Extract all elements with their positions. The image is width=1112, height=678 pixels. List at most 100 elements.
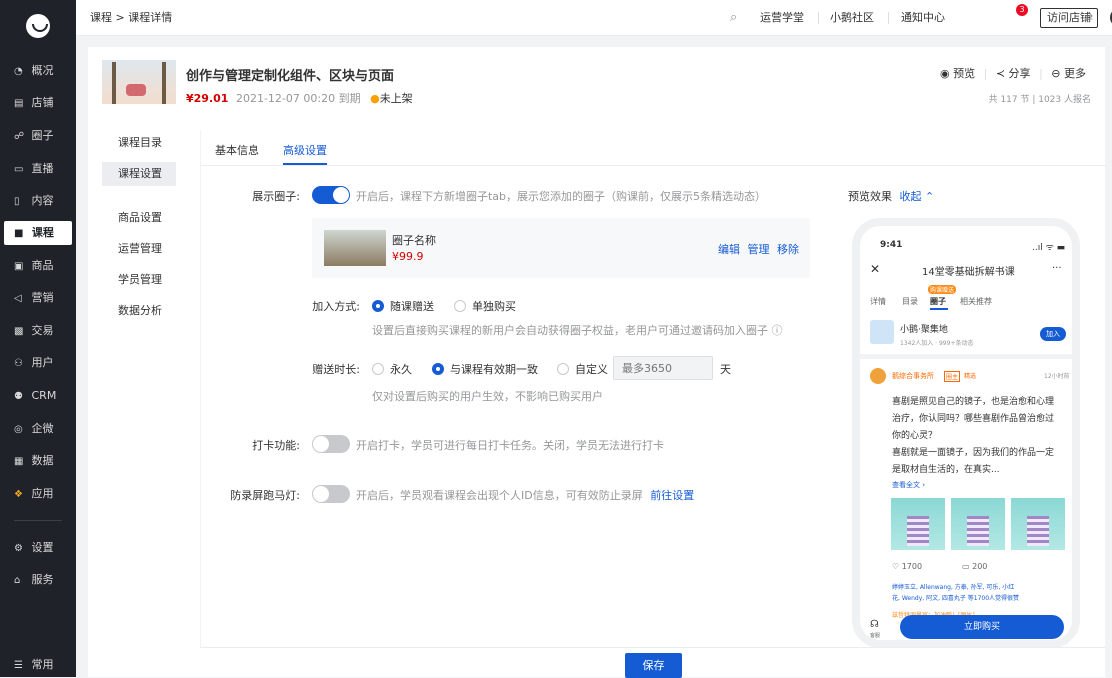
preview-circle-name: 小鹅·聚集地 bbox=[900, 325, 948, 335]
circle-avatar bbox=[870, 320, 894, 344]
duration-option-forever[interactable]: 永久 bbox=[372, 361, 412, 377]
sidebar-item-apps[interactable]: ❖ 应用 bbox=[4, 482, 72, 506]
more-icon: ⊖ bbox=[1051, 67, 1061, 80]
duration-option-custom[interactable]: 自定义 bbox=[557, 361, 608, 377]
link-community[interactable]: 小鹅社区 bbox=[830, 0, 874, 36]
switch-icon[interactable]: ⇄ bbox=[1084, 0, 1093, 36]
likers-line-2: 花, Wendy, 阿文, 四喜丸子 等1700人觉得很赞 bbox=[892, 595, 1020, 602]
topbar: 课程 > 课程详情 ⌕ 运营学堂 小鹅社区 通知中心 3 访问店铺 ⌄ ⇄ bbox=[76, 0, 1112, 36]
status-icons: ..ıl ᯤ ▬ bbox=[1032, 243, 1066, 253]
sidebar-item-marketing[interactable]: ◁ 营销 bbox=[4, 286, 72, 310]
sidebar-item-trade[interactable]: ▩ 交易 bbox=[4, 319, 72, 343]
preview-tab-indicator bbox=[930, 308, 948, 310]
circle-icon: ☍ bbox=[14, 131, 25, 142]
more-icon[interactable]: ··· bbox=[1052, 263, 1062, 274]
goto-settings-link[interactable]: 前往设置 bbox=[650, 489, 694, 502]
menu-operations[interactable]: 运营管理 bbox=[102, 237, 176, 261]
sidebar-item-circle[interactable]: ☍ 圈子 bbox=[4, 124, 72, 148]
toggle-knob bbox=[313, 436, 329, 452]
goods-icon: ▣ bbox=[14, 261, 24, 272]
poster-name: 鹅综合事务所 bbox=[892, 372, 934, 380]
like-count[interactable]: ♡ 1700 bbox=[892, 562, 922, 571]
divider bbox=[888, 12, 889, 24]
sidebar-item-course[interactable]: ■ 课程 bbox=[4, 221, 72, 245]
circle-price: ¥99.9 bbox=[392, 250, 424, 263]
notification-badge: 3 bbox=[1016, 4, 1028, 16]
status-time: 9:41 bbox=[880, 240, 903, 250]
menu-analytics[interactable]: 数据分析 bbox=[102, 299, 176, 323]
data-icon: ▦ bbox=[14, 456, 24, 467]
duration-option-course[interactable]: 与课程有效期一致 bbox=[432, 361, 538, 377]
edit-button[interactable]: 编辑 bbox=[718, 243, 740, 256]
radio bbox=[557, 363, 569, 375]
duration-label: 赠送时长: bbox=[312, 363, 360, 376]
preview-button[interactable]: ◉ 预览 bbox=[940, 67, 975, 80]
sidebar-item-goods[interactable]: ▣ 商品 bbox=[4, 254, 72, 278]
sidebar-item-shop[interactable]: ▤ 店铺 bbox=[4, 91, 72, 115]
circle-name: 圈子名称 bbox=[392, 234, 436, 247]
collapse-preview-button[interactable]: 收起 ⌃ bbox=[900, 190, 935, 203]
comment-count[interactable]: ▭ 200 bbox=[962, 562, 987, 571]
close-icon[interactable]: ✕ bbox=[870, 262, 880, 276]
dashboard-icon: ◔ bbox=[14, 66, 23, 77]
join-option-gift[interactable]: 随课赠送 bbox=[372, 298, 434, 314]
course-expiry: 2021-12-07 00:20 到期 bbox=[235, 92, 361, 105]
menu-students[interactable]: 学员管理 bbox=[102, 268, 176, 292]
circle-toggle[interactable] bbox=[312, 186, 350, 204]
gear-icon: ⚙ bbox=[14, 543, 23, 554]
circle-hint: 开启后，课程下方新增圈子tab，展示您添加的圈子（购课前，仅展示5条精选动态） bbox=[356, 190, 767, 203]
sidebar-item-crm[interactable]: ⚉ CRM bbox=[4, 384, 72, 408]
checkin-hint: 开启打卡，学员可进行每日打卡任务。关闭，学员无法进行打卡 bbox=[356, 439, 664, 452]
save-button[interactable]: 保存 bbox=[625, 653, 682, 678]
sidebar: ◔ 概况 ▤ 店铺 ☍ 圈子 ▭ 直播 ▯ 内容 ■ 课程 ▣ 商品 ◁ 营销 … bbox=[0, 0, 76, 677]
circle-image bbox=[324, 230, 386, 266]
divider: | bbox=[983, 67, 988, 80]
duration-unit: 天 bbox=[720, 363, 731, 376]
sidebar-item-settings[interactable]: ⚙ 设置 bbox=[4, 536, 72, 560]
join-circle-button[interactable]: 加入 bbox=[1040, 327, 1066, 341]
read-more-link[interactable]: 查看全文 › bbox=[892, 480, 925, 490]
divider bbox=[818, 12, 819, 24]
apps-icon: ❖ bbox=[14, 489, 23, 500]
sidebar-item-service[interactable]: ⌂ 服务 bbox=[4, 568, 72, 592]
sidebar-item-wecom[interactable]: ◎ 企微 bbox=[4, 417, 72, 441]
antirecord-toggle[interactable] bbox=[312, 485, 350, 503]
join-option-buy[interactable]: 单独购买 bbox=[454, 298, 516, 314]
tab-indicator bbox=[283, 163, 327, 165]
link-academy[interactable]: 运营学堂 bbox=[760, 0, 804, 36]
search-icon[interactable]: ⌕ bbox=[730, 0, 737, 36]
preview-tab-related[interactable]: 相关推荐 bbox=[960, 296, 992, 307]
preview-tab-circle[interactable]: 圈子 bbox=[930, 296, 946, 307]
sidebar-item-users[interactable]: ⚇ 用户 bbox=[4, 351, 72, 375]
sidebar-item-overview[interactable]: ◔ 概况 bbox=[4, 59, 72, 83]
sidebar-divider bbox=[14, 520, 62, 521]
course-price: ¥29.01 bbox=[186, 92, 229, 105]
more-button[interactable]: ⊖ 更多 bbox=[1051, 67, 1086, 80]
chevron-down-icon[interactable]: ⌄ bbox=[1060, 0, 1068, 36]
link-notifications[interactable]: 通知中心 bbox=[901, 0, 945, 36]
menu-goods-settings[interactable]: 商品设置 bbox=[102, 206, 176, 230]
manage-button[interactable]: 管理 bbox=[748, 243, 770, 256]
sidebar-item-data[interactable]: ▦ 数据 bbox=[4, 449, 72, 473]
tab-advanced[interactable]: 高级设置 bbox=[283, 142, 327, 158]
divider: | bbox=[1039, 67, 1043, 80]
preview-tab-catalog[interactable]: 目录 bbox=[902, 296, 918, 307]
logo[interactable] bbox=[26, 14, 50, 38]
share-button[interactable]: ≺ 分享 bbox=[996, 67, 1031, 80]
preview-tab-detail[interactable]: 详情 bbox=[870, 296, 886, 307]
remove-button[interactable]: 移除 bbox=[777, 243, 799, 256]
checkin-toggle[interactable] bbox=[312, 435, 350, 453]
menu-course-settings[interactable]: 课程设置 bbox=[102, 162, 176, 186]
duration-days-input[interactable] bbox=[613, 356, 713, 380]
join-label: 加入方式: bbox=[312, 300, 360, 313]
sidebar-item-favorites[interactable]: ☰ 常用 bbox=[4, 653, 72, 677]
tab-basic-info[interactable]: 基本信息 bbox=[215, 142, 259, 158]
menu-catalog[interactable]: 课程目录 bbox=[102, 131, 176, 155]
trade-icon: ▩ bbox=[14, 326, 24, 337]
shop-icon: ▤ bbox=[14, 98, 24, 109]
sidebar-item-content[interactable]: ▯ 内容 bbox=[4, 189, 72, 213]
buy-now-button[interactable]: 立即购买 bbox=[900, 615, 1064, 639]
sidebar-item-live[interactable]: ▭ 直播 bbox=[4, 157, 72, 181]
share-icon: ≺ bbox=[995, 67, 1006, 80]
headset-icon[interactable]: ☊ bbox=[870, 619, 879, 630]
